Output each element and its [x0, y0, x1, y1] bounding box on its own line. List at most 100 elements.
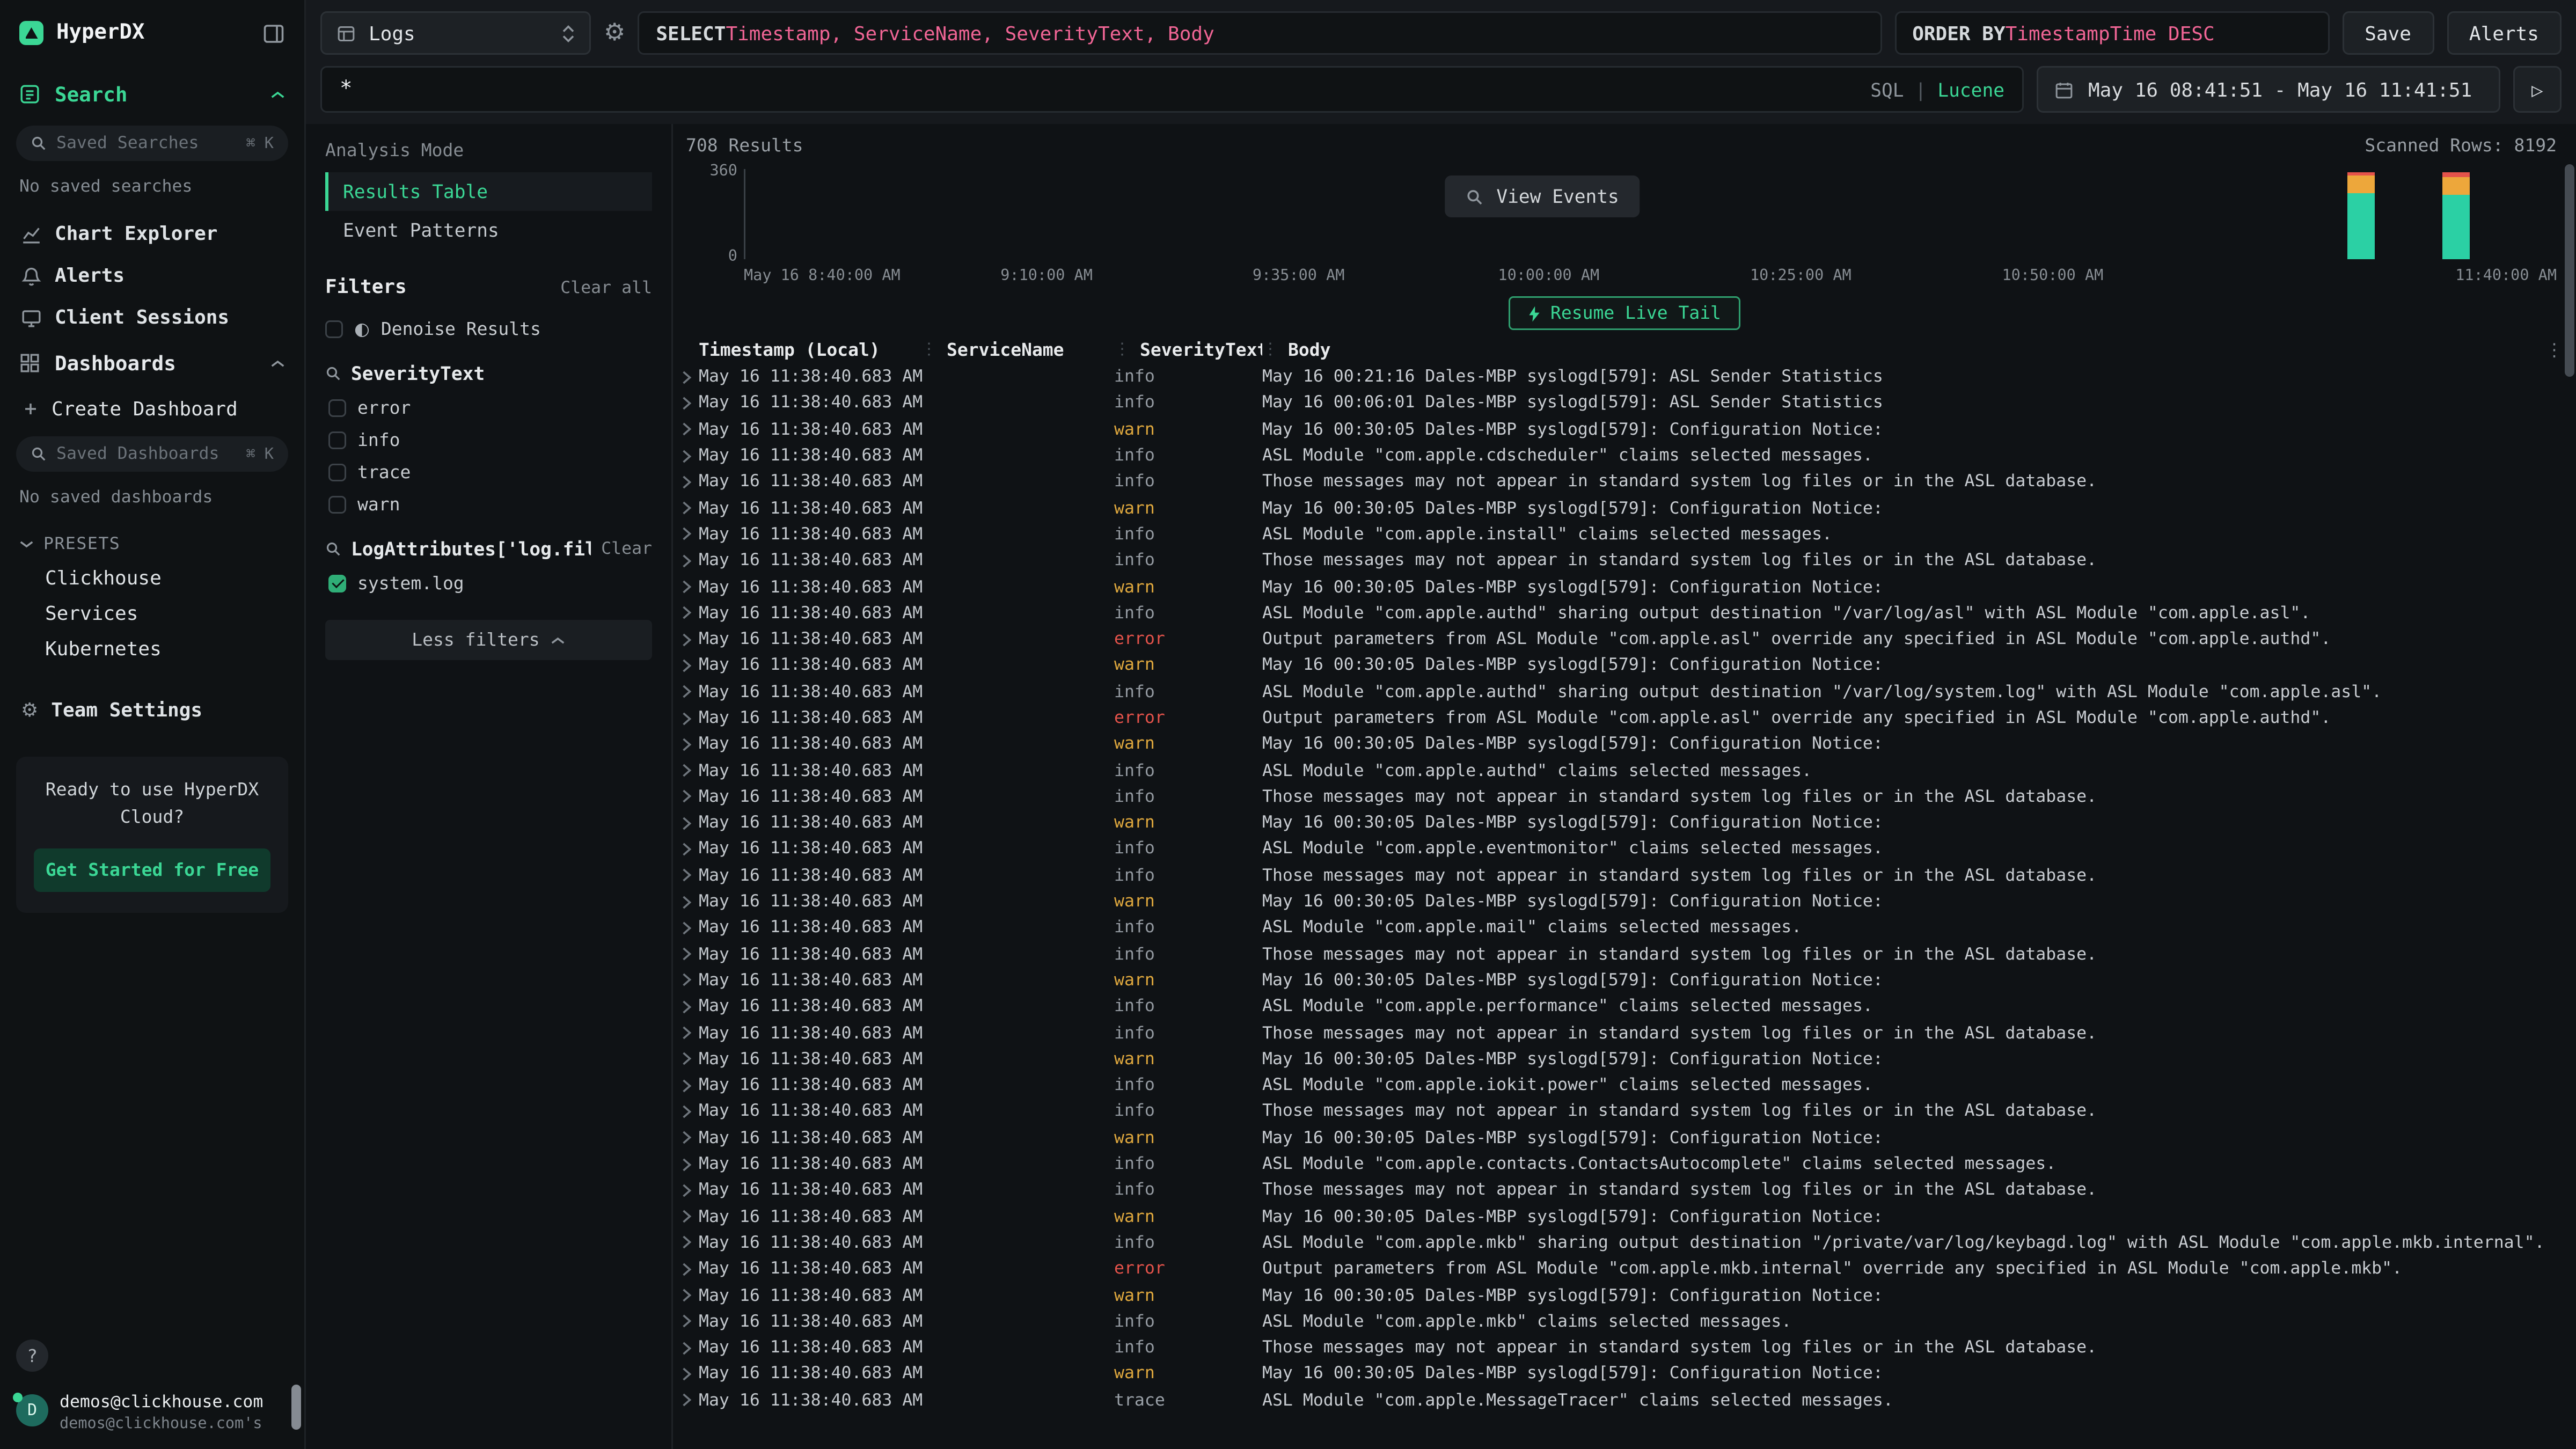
get-started-button[interactable]: Get Started for Free: [34, 848, 270, 892]
row-expand-chevron-icon[interactable]: [673, 1209, 699, 1224]
row-expand-chevron-icon[interactable]: [673, 1393, 699, 1408]
attr-clear-link[interactable]: Clear: [601, 539, 652, 559]
row-expand-chevron-icon[interactable]: [673, 632, 699, 647]
row-expand-chevron-icon[interactable]: [673, 842, 699, 857]
clear-all-link[interactable]: Clear all: [560, 279, 652, 298]
row-expand-chevron-icon[interactable]: [673, 1235, 699, 1250]
table-row[interactable]: May 16 11:38:40.683 AMwarnMay 16 00:30:0…: [673, 889, 2576, 915]
saved-dashboards-input[interactable]: ⌘ K: [16, 436, 288, 472]
table-row[interactable]: May 16 11:38:40.683 AMinfoASL Module "co…: [673, 679, 2576, 705]
table-row[interactable]: May 16 11:38:40.683 AMerrorOutput parame…: [673, 626, 2576, 653]
filter-checkbox[interactable]: [328, 463, 346, 481]
order-by-input[interactable]: ORDER BY TimestampTime DESC: [1894, 11, 2329, 55]
table-row[interactable]: May 16 11:38:40.683 AMinfoThose messages…: [673, 1335, 2576, 1361]
table-row[interactable]: May 16 11:38:40.683 AMwarnMay 16 00:30:0…: [673, 967, 2576, 993]
sidebar-item-alerts[interactable]: Alerts: [0, 254, 304, 296]
saved-dashboards-field[interactable]: [56, 444, 236, 464]
search-input[interactable]: [340, 77, 1870, 101]
row-expand-chevron-icon[interactable]: [673, 1078, 699, 1093]
presets-toggle[interactable]: PRESETS: [0, 523, 304, 560]
row-expand-chevron-icon[interactable]: [673, 501, 699, 515]
table-row[interactable]: May 16 11:38:40.683 AMwarnMay 16 00:30:0…: [673, 574, 2576, 600]
row-expand-chevron-icon[interactable]: [673, 396, 699, 411]
table-row[interactable]: May 16 11:38:40.683 AMtraceASL Module "c…: [673, 1387, 2576, 1414]
row-expand-chevron-icon[interactable]: [673, 370, 699, 384]
table-row[interactable]: May 16 11:38:40.683 AMwarnMay 16 00:30:0…: [673, 1282, 2576, 1308]
row-expand-chevron-icon[interactable]: [673, 449, 699, 463]
table-row[interactable]: May 16 11:38:40.683 AMwarnMay 16 00:30:0…: [673, 1204, 2576, 1230]
row-expand-chevron-icon[interactable]: [673, 1314, 699, 1329]
run-query-button[interactable]: ▷: [2513, 66, 2562, 113]
filter-checkbox[interactable]: [328, 495, 346, 513]
table-row[interactable]: May 16 11:38:40.683 AMinfoASL Module "co…: [673, 1151, 2576, 1177]
table-row[interactable]: May 16 11:38:40.683 AMwarnMay 16 00:30:0…: [673, 495, 2576, 521]
table-row[interactable]: May 16 11:38:40.683 AMinfoThose messages…: [673, 862, 2576, 889]
filter-checkbox[interactable]: [328, 399, 346, 416]
row-expand-chevron-icon[interactable]: [673, 606, 699, 620]
table-row[interactable]: May 16 11:38:40.683 AMwarnMay 16 00:30:0…: [673, 810, 2576, 836]
row-expand-chevron-icon[interactable]: [673, 947, 699, 962]
chevron-up-icon[interactable]: [270, 90, 285, 99]
row-expand-chevron-icon[interactable]: [673, 921, 699, 935]
table-row[interactable]: May 16 11:38:40.683 AMwarnMay 16 00:30:0…: [673, 653, 2576, 679]
table-row[interactable]: May 16 11:38:40.683 AMinfoASL Module "co…: [673, 836, 2576, 862]
row-expand-chevron-icon[interactable]: [673, 1288, 699, 1302]
row-expand-chevron-icon[interactable]: [673, 1341, 699, 1355]
chevron-up-icon[interactable]: [270, 358, 285, 368]
preset-item[interactable]: Kubernetes: [0, 631, 304, 667]
results-scrollbar[interactable]: [2565, 164, 2574, 377]
table-options-kebab-icon[interactable]: ⋮: [2545, 340, 2563, 361]
table-row[interactable]: May 16 11:38:40.683 AMwarnMay 16 00:30:0…: [673, 1361, 2576, 1387]
column-header-servicename[interactable]: ⋮ServiceName: [921, 340, 1114, 361]
column-header-timestamp[interactable]: Timestamp (Local): [699, 340, 921, 361]
table-row[interactable]: May 16 11:38:40.683 AMerrorOutput parame…: [673, 1256, 2576, 1282]
row-expand-chevron-icon[interactable]: [673, 658, 699, 673]
row-expand-chevron-icon[interactable]: [673, 580, 699, 594]
row-expand-chevron-icon[interactable]: [673, 763, 699, 778]
source-select[interactable]: Logs: [320, 11, 591, 55]
table-row[interactable]: May 16 11:38:40.683 AMinfoASL Module "co…: [673, 443, 2576, 469]
table-row[interactable]: May 16 11:38:40.683 AMwarnMay 16 00:30:0…: [673, 1046, 2576, 1072]
column-header-severitytext[interactable]: ⋮SeverityText: [1114, 340, 1262, 361]
row-expand-chevron-icon[interactable]: [673, 999, 699, 1014]
help-button[interactable]: ?: [16, 1340, 48, 1372]
less-filters-button[interactable]: Less filters: [325, 620, 652, 660]
date-range-picker[interactable]: May 16 08:41:51 - May 16 11:41:51: [2037, 66, 2500, 113]
table-row[interactable]: May 16 11:38:40.683 AMwarnMay 16 00:30:0…: [673, 416, 2576, 443]
save-button[interactable]: Save: [2342, 11, 2434, 55]
row-expand-chevron-icon[interactable]: [673, 1052, 699, 1066]
row-expand-chevron-icon[interactable]: [673, 868, 699, 883]
histogram-bar[interactable]: [2347, 172, 2374, 259]
filter-checkbox[interactable]: [328, 574, 346, 592]
preset-item[interactable]: Clickhouse: [0, 560, 304, 596]
source-settings-gear-icon[interactable]: ⚙: [604, 21, 625, 45]
table-row[interactable]: May 16 11:38:40.683 AMwarnMay 16 00:30:0…: [673, 731, 2576, 757]
mode-event-patterns[interactable]: Event Patterns: [325, 211, 652, 250]
filter-option-row[interactable]: system.log: [328, 567, 652, 599]
filter-checkbox[interactable]: [328, 431, 346, 449]
saved-searches-input[interactable]: ⌘ K: [16, 126, 288, 161]
filter-option-row[interactable]: warn: [328, 488, 652, 520]
alerts-button[interactable]: Alerts: [2447, 11, 2562, 55]
table-row[interactable]: May 16 11:38:40.683 AMinfoThose messages…: [673, 1177, 2576, 1204]
table-row[interactable]: May 16 11:38:40.683 AMinfoASL Module "co…: [673, 1072, 2576, 1099]
row-expand-chevron-icon[interactable]: [673, 1262, 699, 1276]
table-row[interactable]: May 16 11:38:40.683 AMinfoASL Module "co…: [673, 1308, 2576, 1335]
sidebar-item-team-settings[interactable]: ⚙ Team Settings: [0, 689, 304, 731]
row-expand-chevron-icon[interactable]: [673, 1131, 699, 1145]
table-row[interactable]: May 16 11:38:40.683 AMinfoASL Module "co…: [673, 600, 2576, 626]
row-expand-chevron-icon[interactable]: [673, 685, 699, 699]
mode-results-table[interactable]: Results Table: [325, 172, 652, 211]
select-clause-input[interactable]: SELECT Timestamp, ServiceName, SeverityT…: [638, 11, 1882, 55]
row-expand-chevron-icon[interactable]: [673, 553, 699, 568]
row-expand-chevron-icon[interactable]: [673, 527, 699, 541]
table-row[interactable]: May 16 11:38:40.683 AMinfoThose messages…: [673, 1020, 2576, 1046]
create-dashboard-button[interactable]: Create Dashboard: [0, 388, 304, 430]
table-row[interactable]: May 16 11:38:40.683 AMinfoThose messages…: [673, 469, 2576, 495]
row-expand-chevron-icon[interactable]: [673, 816, 699, 830]
lang-sql-option[interactable]: SQL: [1870, 78, 1904, 101]
table-row[interactable]: May 16 11:38:40.683 AMerrorOutput parame…: [673, 705, 2576, 731]
column-header-body[interactable]: ⋮Body: [1262, 340, 2545, 361]
sidebar-item-client-sessions[interactable]: Client Sessions: [0, 296, 304, 338]
filter-option-row[interactable]: info: [328, 423, 652, 456]
